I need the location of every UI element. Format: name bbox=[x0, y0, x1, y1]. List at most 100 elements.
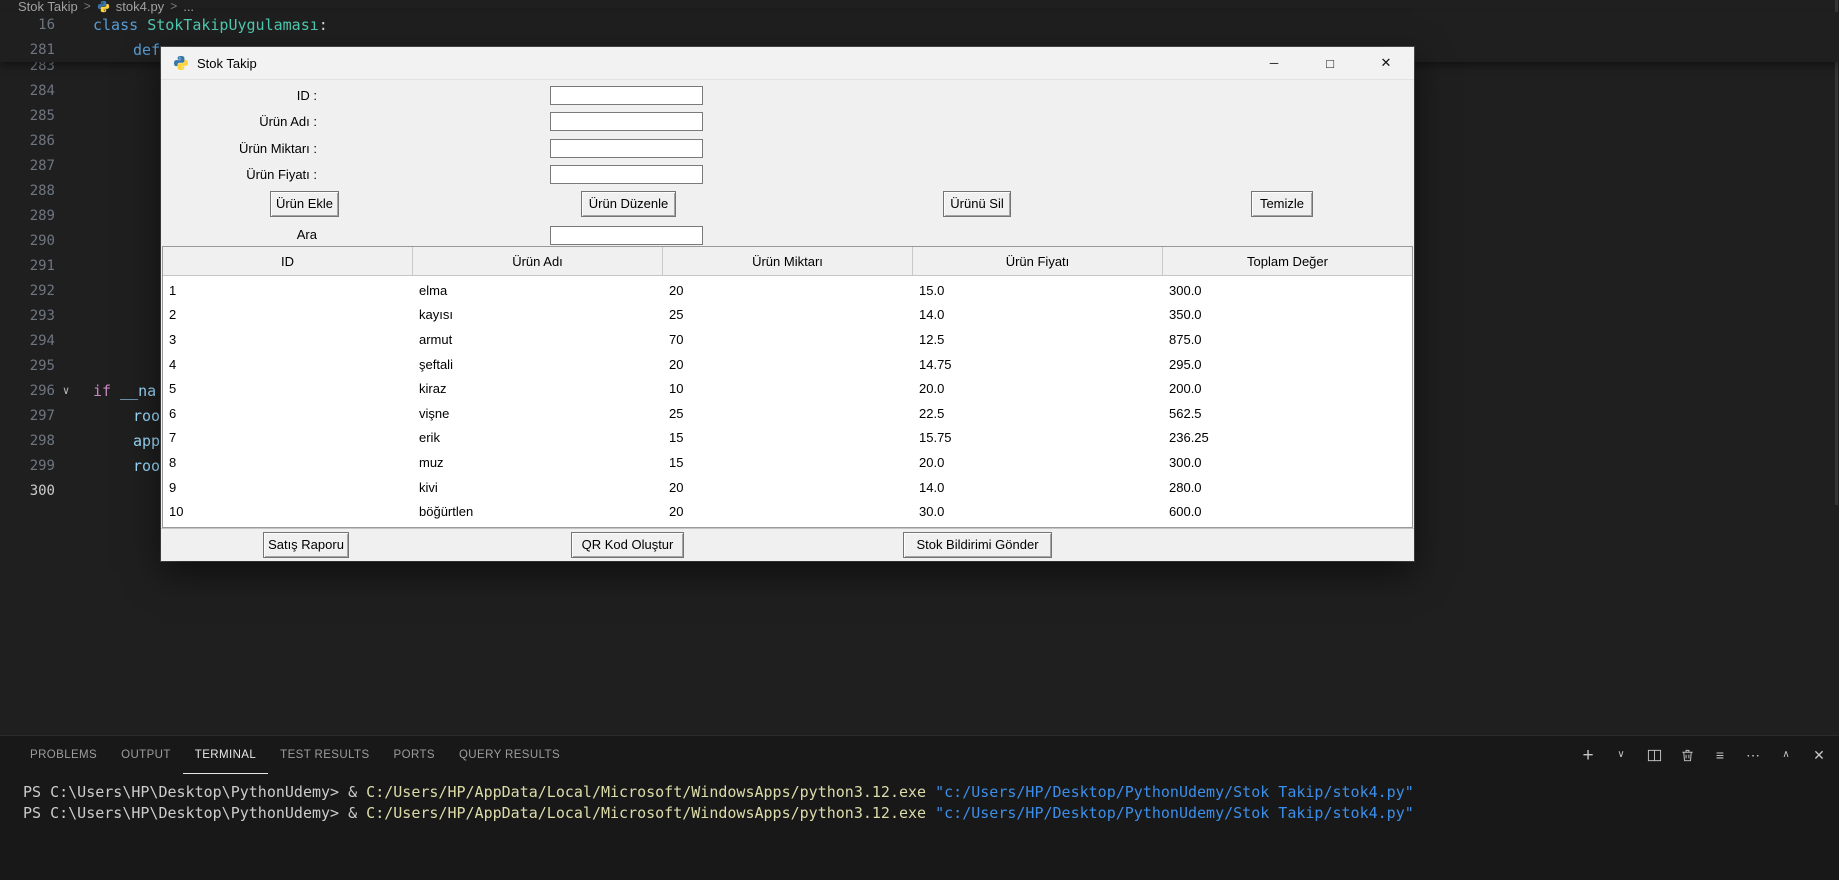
panel-tab-test-results[interactable]: TEST RESULTS bbox=[268, 736, 381, 774]
table-cell: 30.0 bbox=[913, 504, 1163, 519]
table-row[interactable]: 8muz1520.0300.0 bbox=[163, 450, 1412, 475]
panel-tab-query-results[interactable]: QUERY RESULTS bbox=[447, 736, 572, 774]
form-label: Ürün Fiyatı : bbox=[161, 164, 317, 186]
code-text: app bbox=[77, 432, 160, 450]
code-text: roo bbox=[77, 457, 160, 475]
table-cell: kayısı bbox=[413, 307, 663, 322]
temizle-button[interactable]: Temizle bbox=[1251, 191, 1313, 217]
qr-kod-olustur-button[interactable]: QR Kod Oluştur bbox=[571, 532, 684, 558]
table-row[interactable]: 2kayısı2514.0350.0 bbox=[163, 303, 1412, 328]
ara-input[interactable] bbox=[550, 226, 703, 245]
more-actions-icon[interactable]: ⋯ bbox=[1745, 747, 1761, 763]
column-header[interactable]: Ürün Miktarı bbox=[663, 247, 913, 275]
code-token: & bbox=[348, 783, 366, 801]
maximize-panel-icon[interactable]: ∧ bbox=[1778, 747, 1794, 763]
code-token: roo bbox=[133, 407, 160, 425]
table-cell: vişne bbox=[413, 406, 663, 421]
code-token: app bbox=[133, 432, 160, 450]
terminal-output[interactable]: PS C:\Users\HP\Desktop\PythonUdemy> & C:… bbox=[23, 782, 1414, 824]
urun-fiyati-input[interactable] bbox=[550, 165, 703, 184]
satis-raporu-button[interactable]: Satış Raporu bbox=[263, 532, 349, 558]
table-cell: 12.5 bbox=[913, 332, 1163, 347]
column-header[interactable]: Ürün Fiyatı bbox=[913, 247, 1163, 275]
table-cell: 10 bbox=[663, 381, 913, 396]
table-cell: 20 bbox=[663, 357, 913, 372]
table-row[interactable]: 3armut7012.5875.0 bbox=[163, 327, 1412, 352]
line-number: 298 bbox=[0, 433, 55, 449]
table-row[interactable]: 10böğürtlen2030.0600.0 bbox=[163, 499, 1412, 524]
urun-miktari-input[interactable] bbox=[550, 139, 703, 158]
breadcrumb-symbol-ellipsis[interactable]: ... bbox=[183, 0, 194, 14]
table-row[interactable]: 7erik1515.75236.25 bbox=[163, 426, 1412, 451]
urun-ekle-button[interactable]: Ürün Ekle bbox=[270, 191, 339, 217]
terminal-profile-dropdown-icon[interactable]: ∨ bbox=[1613, 747, 1629, 763]
column-header[interactable]: Toplam Değer bbox=[1163, 247, 1412, 275]
table-cell: 9 bbox=[163, 480, 413, 495]
footer-bar: Satış Raporu QR Kod Oluştur Stok Bildirimi… bbox=[161, 528, 1414, 561]
table-cell: 25 bbox=[663, 406, 913, 421]
terminal-line: PS C:\Users\HP\Desktop\PythonUdemy> & C:… bbox=[23, 782, 1414, 803]
close-button[interactable]: ✕ bbox=[1358, 47, 1414, 80]
table-row[interactable]: 4şeftali2014.75295.0 bbox=[163, 352, 1412, 377]
table-cell: 6 bbox=[163, 406, 413, 421]
split-terminal-icon[interactable] bbox=[1646, 747, 1662, 763]
line-number: 291 bbox=[0, 258, 55, 274]
breadcrumb-separator: > bbox=[84, 0, 91, 13]
urunu-sil-button[interactable]: Ürünü Sil bbox=[943, 191, 1011, 217]
breadcrumb-folder[interactable]: Stok Takip bbox=[18, 0, 78, 14]
minimize-button[interactable]: ─ bbox=[1246, 47, 1302, 80]
ara-label: Ara bbox=[161, 225, 317, 244]
table-cell: 350.0 bbox=[1163, 307, 1413, 322]
window-titlebar[interactable]: Stok Takip ─ □ ✕ bbox=[161, 47, 1414, 80]
maximize-button[interactable]: □ bbox=[1302, 47, 1358, 80]
breadcrumb-file[interactable]: stok4.py bbox=[116, 0, 164, 14]
table-row[interactable]: 9kivi2014.0280.0 bbox=[163, 475, 1412, 500]
code-token: "c:/Users/HP/Desktop/PythonUdemy/Stok Ta… bbox=[935, 804, 1414, 822]
kill-terminal-icon[interactable] bbox=[1679, 747, 1695, 763]
table-cell: 14.0 bbox=[913, 480, 1163, 495]
line-number: 285 bbox=[0, 108, 55, 124]
line-number: 290 bbox=[0, 233, 55, 249]
close-panel-icon[interactable]: ✕ bbox=[1811, 747, 1827, 763]
column-header[interactable]: ID bbox=[163, 247, 413, 275]
terminal-line: PS C:\Users\HP\Desktop\PythonUdemy> & C:… bbox=[23, 803, 1414, 824]
table-row[interactable]: 1elma2015.0300.0 bbox=[163, 278, 1412, 303]
table-cell: 25 bbox=[663, 307, 913, 322]
code-text: if __na bbox=[77, 382, 156, 400]
urun-adi-input[interactable] bbox=[550, 112, 703, 131]
table-cell: erik bbox=[413, 430, 663, 445]
table-cell: 14.0 bbox=[913, 307, 1163, 322]
table-cell: elma bbox=[413, 283, 663, 298]
stok-bildirimi-gonder-button[interactable]: Stok Bildirimi Gönder bbox=[903, 532, 1052, 558]
urun-duzenle-button[interactable]: Ürün Düzenle bbox=[581, 191, 676, 217]
table-cell: böğürtlen bbox=[413, 504, 663, 519]
column-header[interactable]: Ürün Adı bbox=[413, 247, 663, 275]
table-row[interactable]: 5kiraz1020.0200.0 bbox=[163, 376, 1412, 401]
table-cell: 875.0 bbox=[1163, 332, 1413, 347]
id-input[interactable] bbox=[550, 86, 703, 105]
table-cell: 15.75 bbox=[913, 430, 1163, 445]
new-terminal-icon[interactable]: + bbox=[1580, 747, 1596, 763]
editor-scrollbar[interactable] bbox=[1835, 0, 1838, 505]
code-line[interactable]: 16class StokTakipUygulaması: bbox=[0, 12, 1839, 37]
line-number: 287 bbox=[0, 158, 55, 174]
line-number: 289 bbox=[0, 208, 55, 224]
table-cell: 15 bbox=[663, 455, 913, 470]
panel-tab-ports[interactable]: PORTS bbox=[382, 736, 447, 774]
table-cell: 4 bbox=[163, 357, 413, 372]
launch-profile-icon[interactable]: ≡ bbox=[1712, 747, 1728, 763]
panel-tab-terminal[interactable]: TERMINAL bbox=[183, 736, 268, 774]
form-label: ID : bbox=[161, 85, 317, 107]
table-cell: 70 bbox=[663, 332, 913, 347]
window-title: Stok Takip bbox=[197, 56, 257, 71]
fold-chevron-icon[interactable]: ∨ bbox=[55, 384, 77, 397]
panel-tab-output[interactable]: OUTPUT bbox=[109, 736, 183, 774]
table-row[interactable]: 6vişne2522.5562.5 bbox=[163, 401, 1412, 426]
table-cell: 600.0 bbox=[1163, 504, 1413, 519]
table-cell: 20 bbox=[663, 283, 913, 298]
form-row: ID : bbox=[161, 85, 761, 107]
panel-tab-problems[interactable]: PROBLEMS bbox=[18, 736, 109, 774]
code-token: & bbox=[348, 804, 366, 822]
line-number: 297 bbox=[0, 408, 55, 424]
app-content: ID :Ürün Adı :Ürün Miktarı :Ürün Fiyatı … bbox=[161, 80, 1414, 561]
